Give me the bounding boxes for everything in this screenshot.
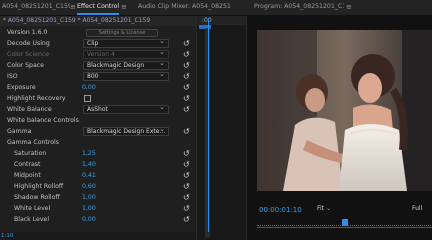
effect-row-label: Contrast — [14, 161, 41, 168]
effect-row: Shadow Rolloff 1,00 ↺ — [0, 192, 196, 203]
tab-effect-controls[interactable]: Effect Controls — [77, 0, 119, 16]
reset-parameter-icon[interactable]: ↺ — [183, 71, 190, 82]
tab-menu-icon[interactable]: ≡ — [70, 0, 76, 14]
scrub-bar[interactable] — [257, 227, 432, 228]
reset-parameter-icon[interactable]: ↺ — [183, 104, 190, 115]
reset-parameter-icon[interactable]: ↺ — [183, 38, 190, 49]
effect-row-label: Gamma — [7, 128, 32, 135]
effect-row: Highlight Rolloff 0,60 ↺ — [0, 181, 196, 192]
effect-dropdown[interactable]: Blackmagic Design Exte... — [83, 127, 169, 136]
effect-row-label: White Balance — [7, 106, 52, 113]
effect-row-label: White Level — [14, 205, 51, 212]
effect-dropdown[interactable]: Clip — [83, 39, 169, 48]
effect-dropdown[interactable]: Version 4 — [83, 50, 169, 59]
effect-row: Highlight Recovery ↺ — [0, 93, 196, 104]
effect-value[interactable]: 0,41 — [82, 170, 96, 181]
timeline-ruler[interactable]: :00 — [197, 16, 247, 25]
tab-audio-clip-mixer[interactable]: Audio Clip Mixer: A054_0825120 — [138, 0, 230, 16]
effect-controls-panel: * A054_08251201_C159 * A054_08251201_C15… — [0, 16, 196, 232]
reset-parameter-icon[interactable]: ↺ — [183, 203, 190, 214]
tab-menu-icon[interactable]: ≡ — [121, 0, 127, 14]
tab-menu-icon[interactable]: ≡ — [346, 0, 352, 14]
effect-row: White Level 1,00 ↺ — [0, 203, 196, 214]
effect-row: Black Level 0,00 ↺ — [0, 214, 196, 225]
effect-dropdown[interactable]: 800 — [83, 72, 169, 81]
reset-parameter-icon[interactable]: ↺ — [183, 214, 190, 225]
effect-row-label: Saturation — [14, 150, 47, 157]
effect-row: Gamma Blackmagic Design Exte... ↺ — [0, 126, 196, 137]
effect-row-label: Midpoint — [14, 172, 41, 179]
effect-row: Color Space Blackmagic Design ↺ — [0, 60, 196, 71]
effect-row: Midpoint 0,41 ↺ — [0, 170, 196, 181]
tab-program-monitor[interactable]: Program: A054_08251201_C159 — [254, 0, 344, 16]
video-frame — [257, 30, 432, 191]
settings-license-button[interactable]: Settings & License — [86, 29, 158, 37]
effect-dropdown[interactable]: Blackmagic Design — [83, 61, 169, 70]
effect-row: Exposure 0,00 ↺ — [0, 82, 196, 93]
effect-value[interactable]: 1,40 — [82, 159, 96, 170]
effect-value[interactable]: 1,25 — [82, 148, 96, 159]
reset-parameter-icon[interactable]: ↺ — [183, 181, 190, 192]
playhead[interactable] — [208, 18, 209, 232]
effect-row-label: ISO — [7, 73, 18, 80]
reset-parameter-icon[interactable]: ↺ — [183, 93, 190, 104]
effect-row: Decode Using Clip ↺ — [0, 38, 196, 49]
zoom-fit-dropdown[interactable]: Fit — [317, 205, 331, 212]
effect-row-label: Color Space — [7, 62, 44, 69]
effect-row-label: Exposure — [7, 84, 36, 91]
reset-parameter-icon[interactable]: ↺ — [183, 170, 190, 181]
reset-parameter-icon[interactable]: ↺ — [183, 126, 190, 137]
effect-row: Contrast 1,40 ↺ — [0, 159, 196, 170]
effect-row-label: Highlight Rolloff — [14, 183, 64, 190]
effect-row-label[interactable]: White balance Controls — [7, 115, 79, 126]
effect-row: Gamma Controls — [0, 137, 196, 148]
reset-parameter-icon[interactable]: ↺ — [183, 49, 190, 60]
effect-row-label: Black Level — [14, 216, 50, 223]
effect-row: White balance Controls — [0, 115, 196, 126]
effect-row: ISO 800 ↺ — [0, 71, 196, 82]
effect-row-label: Shadow Rolloff — [14, 194, 60, 201]
current-time-display: 1:10 — [0, 232, 196, 240]
video-image — [257, 30, 432, 191]
effect-value[interactable]: 1,00 — [82, 203, 96, 214]
effect-row-label: Color Science — [7, 51, 50, 58]
effect-row-label: Version 1.6.0 — [7, 29, 48, 36]
effect-row-label: Highlight Recovery — [7, 95, 66, 102]
effect-row-label: Decode Using — [7, 40, 50, 47]
effect-value[interactable]: 1,00 — [82, 192, 96, 203]
tab-source-clip[interactable]: A054_08251201_C159.braw — [2, 0, 70, 16]
playhead-marker[interactable] — [342, 219, 348, 226]
effect-value[interactable]: 0,00 — [82, 82, 96, 93]
effect-row: Color Science Version 4 ↺ — [0, 49, 196, 60]
reset-parameter-icon[interactable]: ↺ — [183, 60, 190, 71]
reset-parameter-icon[interactable]: ↺ — [183, 148, 190, 159]
panel-tab-bar: A054_08251201_C159.braw ≡ Effect Control… — [0, 0, 432, 16]
program-monitor: 00:00:01:10 Fit Full {}⇤◂|▶|▸⇥ — [246, 16, 432, 240]
program-timecode[interactable]: 00:00:01:10 — [259, 206, 302, 214]
reset-parameter-icon[interactable]: ↺ — [183, 82, 190, 93]
resolution-dropdown[interactable]: Full — [412, 205, 422, 212]
effect-dropdown[interactable]: AsShot — [83, 105, 169, 114]
effect-row-label[interactable]: Gamma Controls — [7, 137, 59, 148]
effect-timeline[interactable]: :00 — [196, 16, 247, 240]
clip-header: * A054_08251201_C159 * A054_08251201_C15… — [0, 16, 196, 26]
highlight-recovery-checkbox[interactable] — [84, 95, 91, 102]
reset-parameter-icon[interactable]: ↺ — [183, 159, 190, 170]
effect-value[interactable]: 0,00 — [82, 214, 96, 225]
effect-row: Saturation 1,25 ↺ — [0, 148, 196, 159]
effect-row: Version 1.6.0 Settings & License — [0, 27, 196, 38]
effect-row: White Balance AsShot ↺ — [0, 104, 196, 115]
effect-value[interactable]: 0,60 — [82, 181, 96, 192]
reset-parameter-icon[interactable]: ↺ — [183, 192, 190, 203]
